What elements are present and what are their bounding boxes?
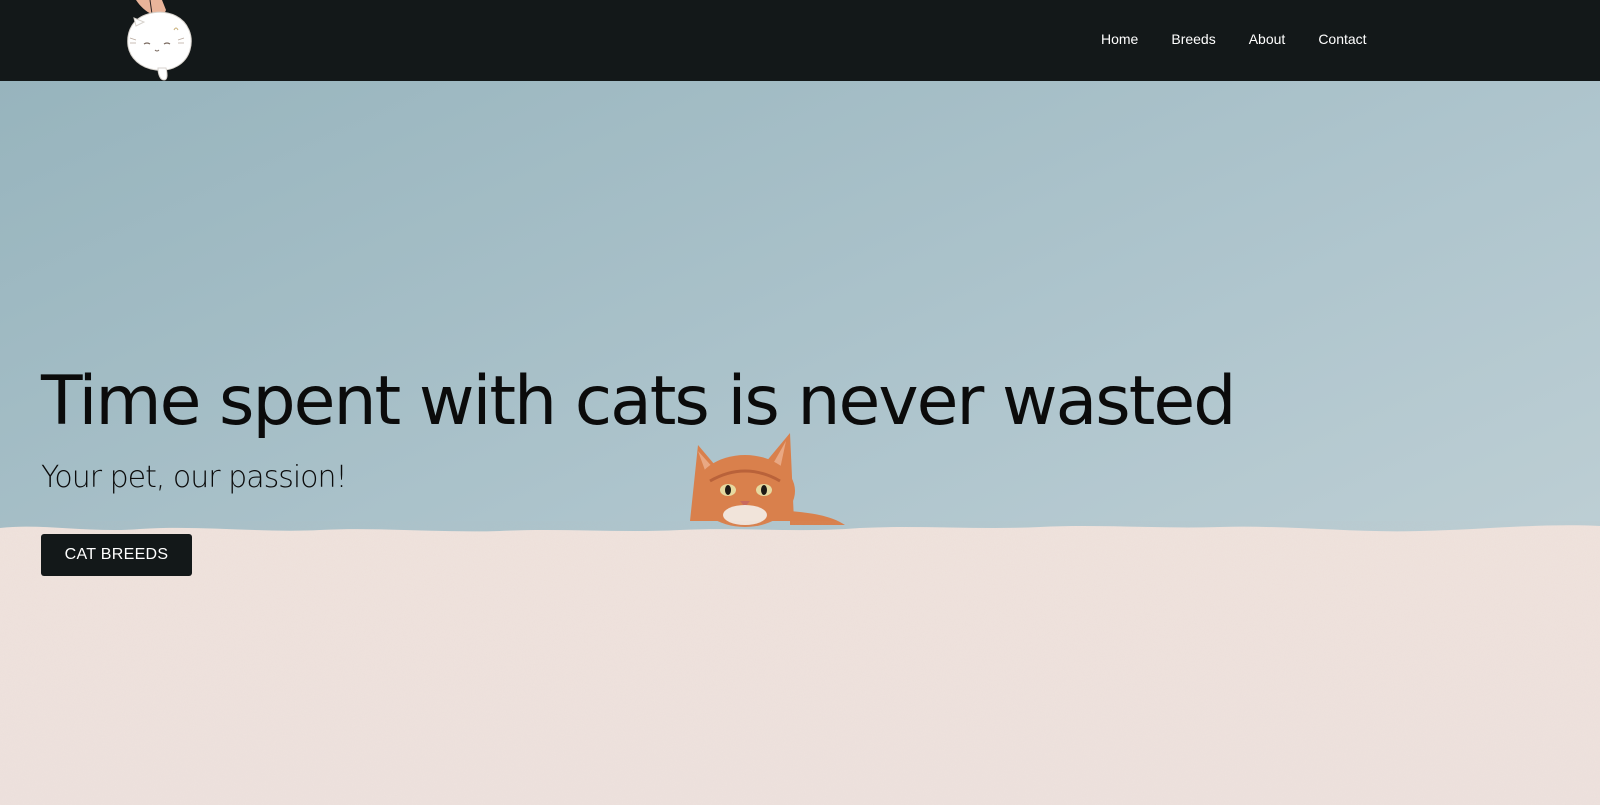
nav-link-contact[interactable]: Contact	[1318, 30, 1366, 48]
top-navbar: Home Breeds About Contact	[0, 0, 1600, 81]
cat-logo-icon[interactable]	[122, 0, 196, 82]
hero-headline: Time spent with cats is never wasted	[41, 362, 1236, 441]
nav-link-breeds[interactable]: Breeds	[1171, 30, 1215, 48]
hero-subheadline: Your pet, our passion!	[41, 460, 348, 495]
main-nav: Home Breeds About Contact	[1101, 30, 1367, 48]
nav-link-about[interactable]: About	[1249, 30, 1286, 48]
cat-breeds-button[interactable]: CAT BREEDS	[41, 534, 192, 576]
hero-section: Time spent with cats is never wasted You…	[0, 81, 1600, 805]
nav-link-home[interactable]: Home	[1101, 30, 1138, 48]
